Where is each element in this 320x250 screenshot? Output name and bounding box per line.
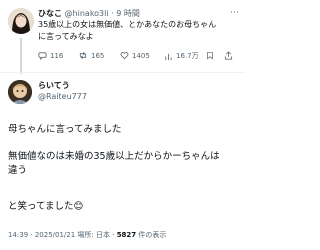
reply-button[interactable]: 116: [38, 51, 63, 60]
avatar-hinako[interactable]: [8, 8, 34, 34]
share-button[interactable]: [224, 51, 233, 60]
post-header: ひなこ @hinako3li · 9 時間: [38, 9, 140, 18]
view-count: 5827: [116, 231, 137, 239]
display-name[interactable]: らいてう: [38, 80, 87, 91]
reply-count: 116: [50, 51, 64, 60]
main-post-header: らいてう @Raiteu777: [38, 80, 87, 102]
post-timestamp-location[interactable]: 14:39 · 2025/01/21 場所: 日本 ·: [8, 231, 117, 239]
repost-count: 165: [91, 51, 105, 60]
handle[interactable]: @Raiteu777: [38, 91, 87, 102]
repost-icon: [79, 52, 87, 59]
bookmark-icon: [207, 51, 213, 60]
handle[interactable]: @hinako3li: [65, 9, 109, 18]
reply-icon: [38, 52, 47, 60]
display-name[interactable]: ひなこ: [38, 9, 62, 18]
avatar-raiteu[interactable]: [8, 80, 32, 104]
heart-icon: [120, 52, 129, 60]
more-options-icon[interactable]: ⋯: [230, 8, 239, 18]
post-actions: 116 165 1405 16.7万: [38, 51, 238, 63]
post-meta: 14:39 · 2025/01/21 場所: 日本 · 5827 件の表示: [8, 230, 166, 240]
divider: [0, 72, 245, 73]
bookmark-button[interactable]: [206, 51, 214, 60]
views-button[interactable]: 16.7万: [164, 51, 199, 61]
thread-connector-line: [20, 38, 22, 74]
repost-button[interactable]: 165: [78, 51, 104, 60]
like-button[interactable]: 1405: [120, 51, 150, 60]
views-label: 件の表示: [136, 231, 167, 239]
post-text-line: に言ってみなよ: [38, 32, 94, 41]
like-count: 1405: [132, 51, 150, 60]
main-post-line: 違う: [8, 165, 28, 176]
main-post-line: と笑ってました😊: [8, 201, 84, 212]
post-text: 35歳以上の女は無価値、とかあなたのお母ちゃん に言ってみなよ: [38, 19, 238, 43]
views-chart-icon: [165, 53, 172, 60]
parent-post[interactable]: ひなこ @hinako3li · 9 時間 ⋯ 35歳以上の女は無価値、とかあな…: [0, 0, 245, 74]
post-text-line: 35歳以上の女は無価値、とかあなたのお母ちゃん: [38, 20, 217, 29]
share-icon: [224, 51, 233, 60]
main-post-line: 母ちゃんに言ってみました: [8, 124, 122, 135]
view-count: 16.7万: [176, 52, 199, 60]
main-post-line: 無価値なのは未婚の35歳以上だからかーちゃんは: [8, 151, 220, 162]
timestamp[interactable]: 9 時間: [116, 9, 140, 18]
